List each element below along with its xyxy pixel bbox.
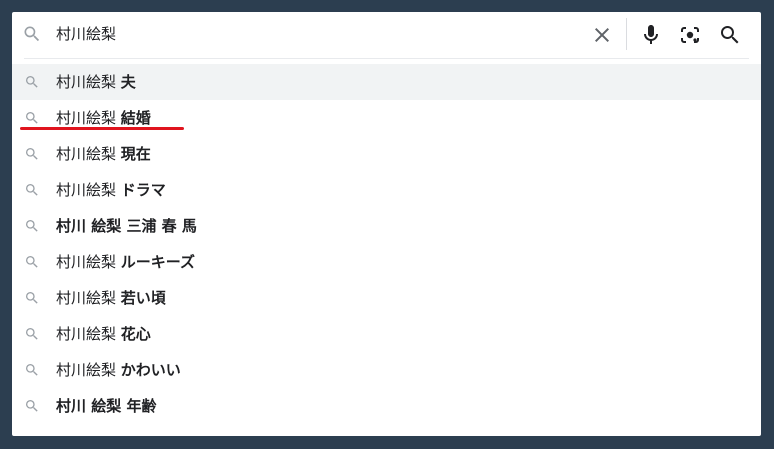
suggestion-completion: ルーキーズ: [120, 253, 196, 271]
suggestion-completion: かわいい: [120, 361, 181, 379]
suggestion-prefix: 村川絵梨: [56, 73, 121, 91]
search-autocomplete-panel: 村川絵梨 村川絵梨 夫 村川絵梨 結婚 村川絵梨 現在 村川絵梨 ドラマ 村川 …: [12, 12, 761, 436]
suggestion-item[interactable]: 村川絵梨 ルーキーズ: [12, 244, 761, 280]
suggestion-item[interactable]: 村川絵梨 夫: [12, 64, 761, 100]
suggestion-completion: 現在: [120, 145, 151, 163]
search-icon: [24, 146, 40, 162]
search-icon: [24, 326, 40, 342]
suggestion-list: 村川絵梨 夫 村川絵梨 結婚 村川絵梨 現在 村川絵梨 ドラマ 村川 絵梨 三浦…: [12, 64, 761, 424]
suggestion-prefix: 村川絵梨: [56, 361, 121, 379]
search-icon: [24, 182, 40, 198]
search-icon: [24, 218, 40, 234]
camera-lens-icon[interactable]: [678, 23, 702, 47]
toolbar-divider: [626, 18, 627, 50]
suggestion-item[interactable]: 村川 絵梨 三浦 春 馬: [12, 208, 761, 244]
search-bar: 村川絵梨: [12, 12, 761, 58]
highlight-underline: [20, 127, 184, 130]
search-icon: [24, 74, 40, 90]
search-icon: [24, 290, 40, 306]
suggestion-prefix: 村川絵梨: [56, 253, 121, 271]
search-divider: [24, 58, 749, 59]
suggestion-completion: 村川 絵梨 三浦 春 馬: [56, 217, 197, 235]
search-icon: [24, 254, 40, 270]
suggestion-prefix: 村川絵梨: [56, 145, 121, 163]
suggestion-prefix: 村川絵梨: [56, 289, 121, 307]
microphone-icon[interactable]: [639, 23, 663, 47]
suggestion-completion: 結婚: [120, 109, 151, 127]
suggestion-item[interactable]: 村川絵梨 花心: [12, 316, 761, 352]
search-submit-icon[interactable]: [718, 23, 742, 47]
suggestion-completion: 若い頃: [120, 289, 166, 307]
suggestion-item[interactable]: 村川絵梨 ドラマ: [12, 172, 761, 208]
suggestion-completion: ドラマ: [120, 181, 166, 199]
search-icon: [24, 398, 40, 414]
close-icon[interactable]: [590, 23, 614, 47]
suggestion-completion: 村川 絵梨 年齢: [56, 397, 157, 415]
suggestion-item[interactable]: 村川 絵梨 年齢: [12, 388, 761, 424]
search-input[interactable]: 村川絵梨: [56, 24, 116, 44]
suggestion-prefix: 村川絵梨: [56, 109, 121, 127]
suggestion-prefix: 村川絵梨: [56, 325, 121, 343]
suggestion-item[interactable]: 村川絵梨 若い頃: [12, 280, 761, 316]
suggestion-completion: 夫: [120, 73, 136, 91]
search-icon: [22, 24, 42, 44]
search-icon: [24, 110, 40, 126]
suggestion-item[interactable]: 村川絵梨 現在: [12, 136, 761, 172]
suggestion-completion: 花心: [120, 325, 151, 343]
suggestion-item[interactable]: 村川絵梨 かわいい: [12, 352, 761, 388]
suggestion-prefix: 村川絵梨: [56, 181, 121, 199]
search-icon: [24, 362, 40, 378]
suggestion-item[interactable]: 村川絵梨 結婚: [12, 100, 761, 136]
